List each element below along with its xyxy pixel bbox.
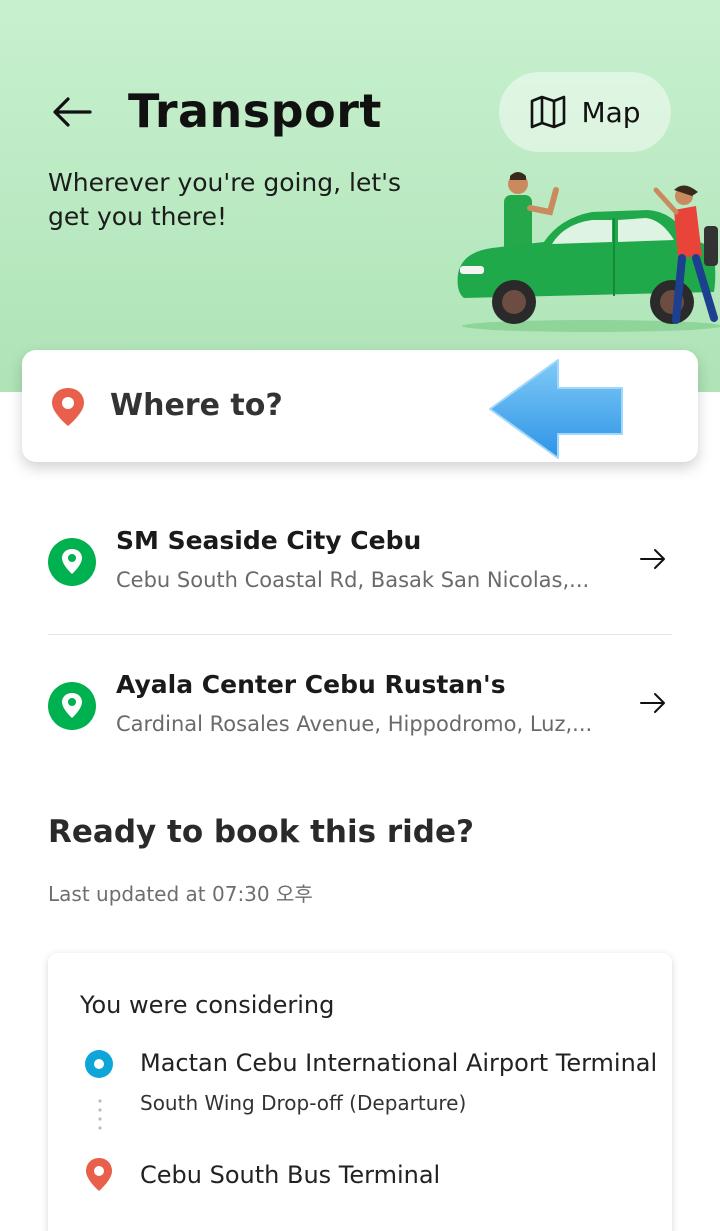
place-address: Cardinal Rosales Avenue, Hippodromo, Luz… (116, 712, 593, 736)
place-address: Cebu South Coastal Rd, Basak San Nicolas… (116, 568, 590, 592)
last-updated-text: Last updated at 07:30 오후 (48, 882, 313, 906)
considered-ride-card[interactable]: You were considering Mactan Cebu Interna… (48, 953, 672, 1231)
origin-dot-icon (85, 1050, 113, 1078)
annotation-arrow-icon (489, 359, 623, 459)
map-button-label: Map (581, 95, 641, 129)
map-icon (531, 95, 566, 129)
divider (48, 634, 672, 635)
place-name: Ayala Center Cebu Rustan's (116, 670, 506, 699)
header-banner: Transport Map Wherever you're going, let… (0, 0, 720, 392)
map-button[interactable]: Map (499, 72, 671, 152)
page-title: Transport (128, 84, 382, 138)
origin-detail: South Wing Drop-off (Departure) (140, 1091, 467, 1115)
header-subtitle: Wherever you're going, let's get you the… (48, 168, 402, 231)
location-pin-icon (52, 388, 84, 426)
origin-name: Mactan Cebu International Airport Termin… (140, 1049, 658, 1077)
saved-place-item[interactable]: Ayala Center Cebu Rustan's Cardinal Rosa… (48, 648, 672, 768)
location-pin-icon (48, 682, 96, 730)
destination-name: Cebu South Bus Terminal (140, 1161, 441, 1189)
arrow-right-icon[interactable] (638, 544, 668, 574)
route-dots (98, 1099, 102, 1130)
destination-pin-icon (86, 1158, 112, 1191)
car-illustration (457, 172, 720, 332)
place-name: SM Seaside City Cebu (116, 526, 422, 555)
where-to-search[interactable]: Where to? (22, 350, 698, 462)
location-pin-icon (48, 538, 96, 586)
saved-place-item[interactable]: SM Seaside City Cebu Cebu South Coastal … (48, 504, 672, 624)
ride-card-heading: You were considering (80, 991, 335, 1019)
where-to-label: Where to? (110, 388, 283, 423)
back-arrow-icon[interactable] (46, 86, 98, 138)
ready-to-book-title: Ready to book this ride? (48, 814, 474, 850)
arrow-right-icon[interactable] (638, 688, 668, 718)
